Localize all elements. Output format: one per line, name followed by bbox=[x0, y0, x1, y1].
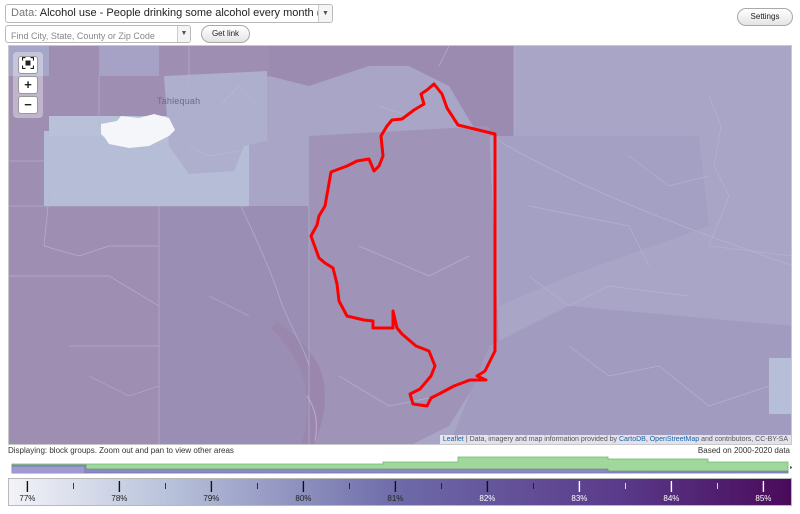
data-select-value: Alcohol use - People drinking some alcoh… bbox=[39, 7, 333, 19]
legend-label: 83% bbox=[571, 494, 587, 503]
leaflet-link[interactable]: Leaflet bbox=[443, 436, 464, 443]
color-legend: 77% 78% 79% 80% 81% 82% 83% 84% 85% bbox=[8, 478, 792, 506]
chevron-down-icon[interactable]: ▼ bbox=[177, 26, 190, 42]
displaying-text: Displaying: block groups. Zoom out and p… bbox=[8, 446, 234, 455]
legend-label: 85% bbox=[755, 494, 771, 503]
place-label: Tahlequah bbox=[157, 96, 201, 106]
map-attribution: Leaflet | Data, imagery and map informat… bbox=[439, 435, 791, 444]
legend-label: 81% bbox=[387, 494, 403, 503]
settings-button[interactable]: Settings bbox=[737, 8, 793, 26]
legend-scale: 77% 78% 79% 80% 81% 82% 83% 84% 85% bbox=[9, 479, 791, 505]
chevron-down-icon[interactable]: ▼ bbox=[318, 5, 332, 22]
legend-label: 78% bbox=[111, 494, 127, 503]
page: Data: Alcohol use - People drinking some… bbox=[0, 0, 800, 514]
cartodb-link[interactable]: CartoDB bbox=[619, 436, 646, 443]
legend-label: 84% bbox=[663, 494, 679, 503]
zoom-in-button[interactable]: + bbox=[18, 76, 38, 94]
attribution-tail: and contributors, CC-BY-SA bbox=[699, 436, 788, 443]
data-select[interactable]: Data: Alcohol use - People drinking some… bbox=[5, 4, 333, 23]
legend-label: 80% bbox=[295, 494, 311, 503]
zoom-control: + − bbox=[13, 52, 43, 118]
legend-label: 77% bbox=[19, 494, 35, 503]
attribution-text: | Data, imagery and map information prov… bbox=[463, 436, 619, 443]
data-select-prefix: Data: bbox=[11, 7, 38, 19]
fit-bounds-icon[interactable] bbox=[18, 56, 38, 74]
get-link-button[interactable]: Get link bbox=[201, 25, 250, 43]
map[interactable]: + − Tahlequah Leaflet | Data, imagery an… bbox=[8, 45, 792, 445]
legend-label: 79% bbox=[203, 494, 219, 503]
based-on-text: Based on 2000-2020 data bbox=[697, 446, 790, 455]
legend-label: 82% bbox=[479, 494, 495, 503]
map-canvas[interactable] bbox=[9, 46, 792, 445]
svg-text:▸: ▸ bbox=[790, 465, 792, 471]
value-histogram: ▸ bbox=[11, 456, 792, 474]
zoom-out-button[interactable]: − bbox=[18, 96, 38, 114]
location-search[interactable]: ▼ bbox=[5, 25, 191, 43]
openstreetmap-link[interactable]: OpenStreetMap bbox=[650, 436, 699, 443]
search-input[interactable] bbox=[6, 28, 176, 42]
